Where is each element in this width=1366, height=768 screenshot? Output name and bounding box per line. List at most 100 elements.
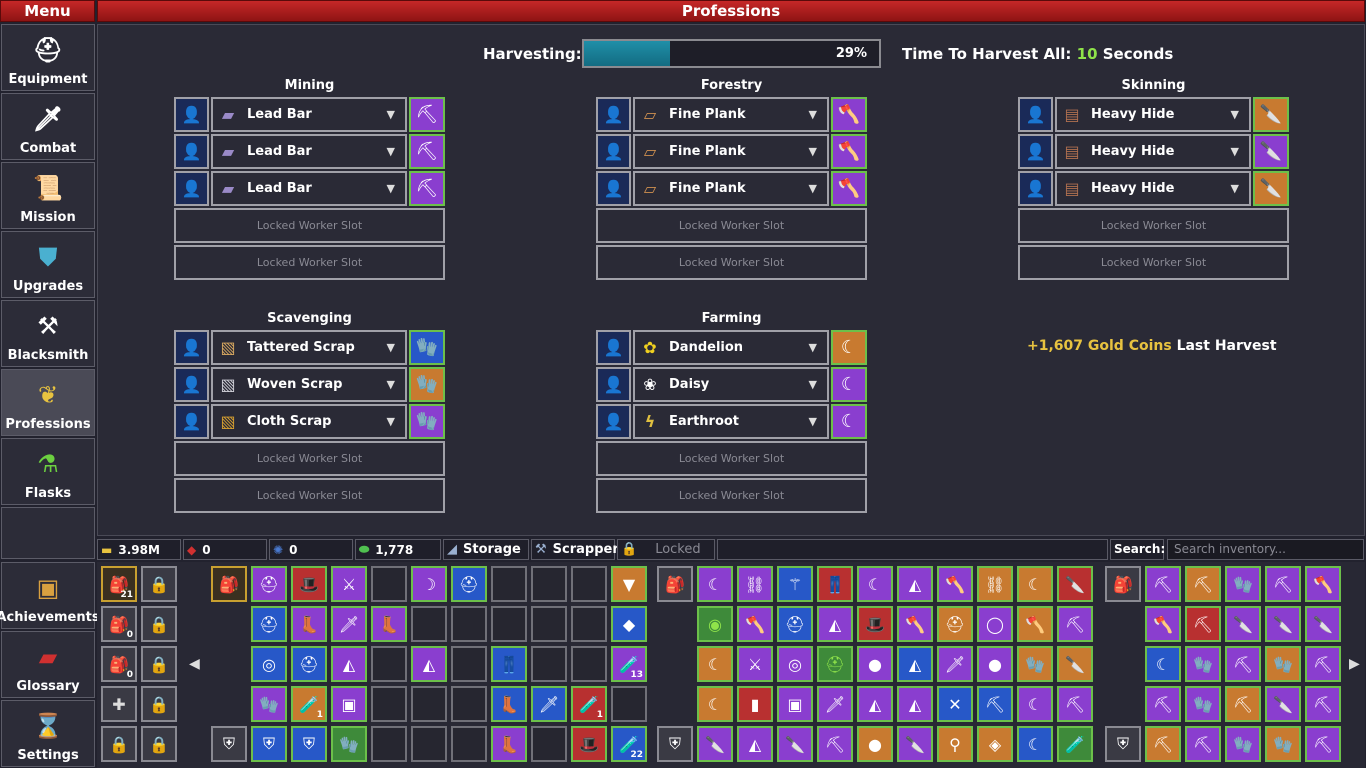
inventory-slot[interactable]: ◭: [411, 646, 447, 682]
inventory-slot[interactable]: [411, 726, 447, 762]
add-bag-slot[interactable]: ✚: [101, 686, 137, 722]
inventory-slot[interactable]: [571, 606, 607, 642]
sickle-icon[interactable]: ☾: [831, 330, 867, 365]
inventory-slot[interactable]: 🗡: [331, 606, 367, 642]
nav-flasks[interactable]: ⚗ Flasks: [1, 438, 95, 505]
inventory-slot[interactable]: ⛏: [817, 726, 853, 762]
inventory-slot[interactable]: 🧪 1: [571, 686, 607, 722]
inventory-slot[interactable]: ☾: [697, 646, 733, 682]
inventory-slot[interactable]: [491, 566, 527, 602]
inventory-slot[interactable]: ◭: [897, 566, 933, 602]
inventory-slot[interactable]: ⛏: [1185, 566, 1221, 602]
scrapper-button[interactable]: ⚒ Scrapper: [531, 539, 619, 560]
inventory-slot[interactable]: 👢: [491, 686, 527, 722]
inventory-slot[interactable]: ◈: [977, 726, 1013, 762]
inventory-slot[interactable]: 🧤: [1185, 646, 1221, 682]
inventory-slot[interactable]: ◆: [611, 606, 647, 642]
nav-upgrades[interactable]: ⛊ Upgrades: [1, 231, 95, 298]
locked-bag-slot[interactable]: 🔒: [141, 646, 177, 682]
inventory-slot[interactable]: 🔪: [697, 726, 733, 762]
resource-select[interactable]: ▤ Heavy Hide ▼: [1055, 171, 1251, 206]
inventory-slot[interactable]: ☾: [697, 566, 733, 602]
resource-select[interactable]: ϟ Earthroot ▼: [633, 404, 829, 439]
worker-avatar-icon[interactable]: 👤: [174, 404, 209, 439]
inventory-slot[interactable]: 🧤: [331, 726, 367, 762]
inventory-slot[interactable]: 🎩: [857, 606, 893, 642]
inventory-slot[interactable]: ⛏: [1145, 726, 1181, 762]
inventory-slot[interactable]: ◭: [857, 686, 893, 722]
inventory-slot[interactable]: 🪓: [1305, 566, 1341, 602]
nav-mission[interactable]: 📜 Mission: [1, 162, 95, 229]
inventory-slot[interactable]: 🎒: [657, 566, 693, 602]
inventory-slot[interactable]: 🧤: [1225, 726, 1261, 762]
inventory-slot[interactable]: ⛏: [1305, 686, 1341, 722]
inventory-slot[interactable]: ☾: [1145, 646, 1181, 682]
nav-settings[interactable]: ⌛ Settings: [1, 700, 95, 767]
inventory-slot[interactable]: ▮: [737, 686, 773, 722]
inventory-slot[interactable]: 🗡: [531, 686, 567, 722]
inventory-slot[interactable]: 🔪: [1265, 686, 1301, 722]
knife-icon[interactable]: 🔪: [1253, 97, 1289, 132]
inventory-slot[interactable]: [451, 646, 487, 682]
inventory-slot[interactable]: ◭: [331, 646, 367, 682]
resource-select[interactable]: ▧ Woven Scrap ▼: [211, 367, 407, 402]
inventory-slot[interactable]: 🧪 1: [291, 686, 327, 722]
worker-avatar-icon[interactable]: 👤: [174, 367, 209, 402]
inventory-slot[interactable]: [531, 646, 567, 682]
resource-select[interactable]: ✿ Dandelion ▼: [633, 330, 829, 365]
inventory-slot[interactable]: [491, 606, 527, 642]
inventory-slot[interactable]: 👖: [491, 646, 527, 682]
resource-select[interactable]: ▱ Fine Plank ▼: [633, 97, 829, 132]
inventory-slot[interactable]: ◎: [251, 646, 287, 682]
sickle-icon[interactable]: ☾: [831, 404, 867, 439]
inventory-slot[interactable]: 👢: [291, 606, 327, 642]
inventory-slot[interactable]: ◭: [817, 606, 853, 642]
locked-bag-slot[interactable]: 🔒: [141, 566, 177, 602]
nav-glossary[interactable]: ▰ Glossary: [1, 631, 95, 698]
inventory-slot[interactable]: 🧤: [1225, 566, 1261, 602]
axe-icon[interactable]: 🪓: [831, 97, 867, 132]
inventory-slot[interactable]: ⛏: [1305, 646, 1341, 682]
inventory-slot[interactable]: [451, 726, 487, 762]
inventory-slot[interactable]: [371, 726, 407, 762]
knife-icon[interactable]: 🔪: [1253, 171, 1289, 206]
inventory-slot[interactable]: 🧤: [1185, 686, 1221, 722]
inventory-slot[interactable]: 🧤: [1265, 646, 1301, 682]
resource-select[interactable]: ▧ Cloth Scrap ▼: [211, 404, 407, 439]
inventory-slot[interactable]: ☽: [411, 566, 447, 602]
inventory-slot[interactable]: ✕: [937, 686, 973, 722]
worker-avatar-icon[interactable]: 👤: [1018, 97, 1053, 132]
inventory-slot[interactable]: [451, 686, 487, 722]
worker-avatar-icon[interactable]: 👤: [596, 404, 631, 439]
glove-icon[interactable]: 🧤: [409, 330, 445, 365]
inventory-slot[interactable]: 🪓: [737, 606, 773, 642]
inventory-slot[interactable]: ▣: [331, 686, 367, 722]
inventory-slot[interactable]: ⛓: [977, 566, 1013, 602]
inventory-slot[interactable]: ⛏: [1057, 606, 1093, 642]
locked-bag-slot[interactable]: 🔒: [141, 686, 177, 722]
inventory-slot[interactable]: 🔪: [1305, 606, 1341, 642]
inventory-slot[interactable]: [411, 606, 447, 642]
resource-select[interactable]: ▤ Heavy Hide ▼: [1055, 97, 1251, 132]
inventory-slot[interactable]: ☾: [1017, 566, 1053, 602]
pickaxe-icon[interactable]: ⛏: [409, 97, 445, 132]
worker-avatar-icon[interactable]: 👤: [174, 97, 209, 132]
worker-avatar-icon[interactable]: 👤: [1018, 134, 1053, 169]
worker-avatar-icon[interactable]: 👤: [596, 330, 631, 365]
pickaxe-icon[interactable]: ⛏: [409, 134, 445, 169]
inventory-slot[interactable]: ◉: [697, 606, 733, 642]
inventory-slot[interactable]: [611, 686, 647, 722]
inventory-slot[interactable]: 🧪 22: [611, 726, 647, 762]
inventory-slot[interactable]: [371, 646, 407, 682]
inventory-slot[interactable]: ◭: [737, 726, 773, 762]
worker-avatar-icon[interactable]: 👤: [596, 97, 631, 132]
inventory-slot[interactable]: 🔪: [1057, 646, 1093, 682]
inventory-slot[interactable]: 🔪: [1225, 606, 1261, 642]
resource-select[interactable]: ▤ Heavy Hide ▼: [1055, 134, 1251, 169]
inventory-slot[interactable]: 👢: [371, 606, 407, 642]
next-page-arrow-icon[interactable]: ▶: [1349, 656, 1360, 672]
inventory-slot[interactable]: 🔪: [1265, 606, 1301, 642]
inventory-slot[interactable]: ⛨: [657, 726, 693, 762]
locked-bag-slot[interactable]: 🔒: [101, 726, 137, 762]
storage-button[interactable]: ◢ Storage: [443, 539, 529, 560]
